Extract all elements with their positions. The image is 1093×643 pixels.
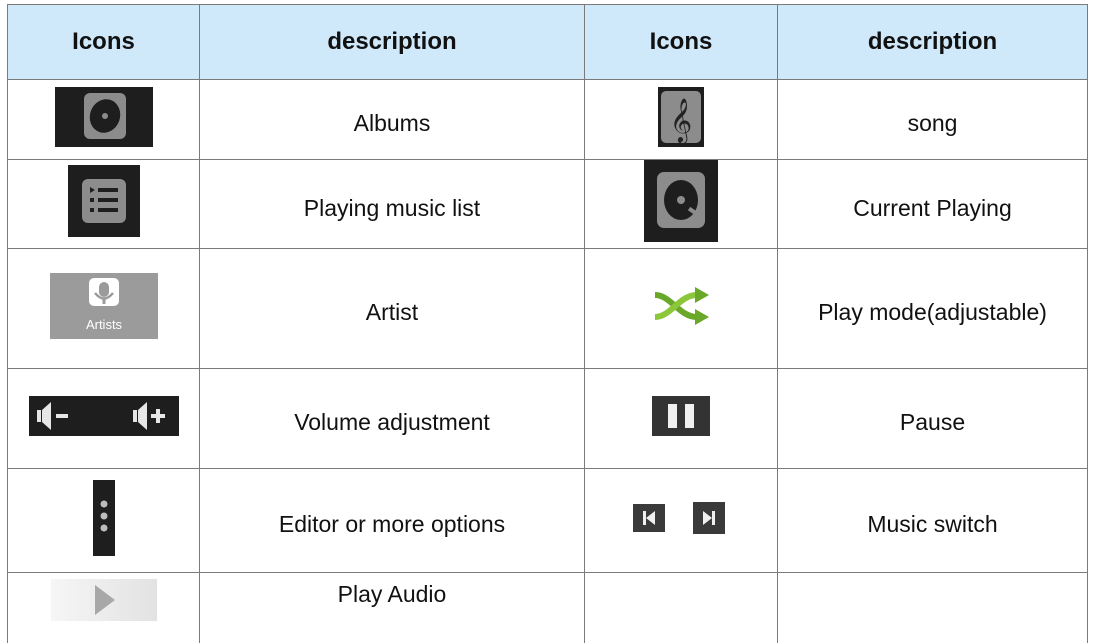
shuffle-icon [651, 286, 711, 325]
icon-description-table: Icons description Icons description Albu… [7, 4, 1088, 643]
icon-cell: Artists [7, 248, 200, 369]
song-treble-clef-icon: 𝄞 [658, 86, 704, 147]
description-cell: Play Audio [199, 572, 585, 643]
play-triangle-icon [50, 579, 157, 621]
pause-icon [652, 395, 710, 436]
artists-microphone-icon: Artists [49, 272, 158, 339]
icon-cell [584, 248, 778, 369]
description-cell: Albums [199, 79, 585, 160]
icon-cell [7, 572, 200, 643]
icon-cell [584, 468, 778, 573]
table-row: Volume adjustment Pause [7, 368, 1088, 469]
description-cell: Artist [199, 248, 585, 369]
description-cell: Play mode(adjustable) [777, 248, 1088, 369]
header-row: Icons description Icons description [7, 4, 1088, 80]
more-options-dots-icon [92, 479, 115, 556]
description-cell: Editor or more options [199, 468, 585, 573]
description-cell: Current Playing [777, 159, 1088, 249]
icon-cell [584, 159, 778, 249]
table-row: Editor or more options Music switch [7, 468, 1088, 573]
svg-text:𝄞: 𝄞 [670, 98, 692, 144]
icon-cell [7, 468, 200, 573]
icon-cell [7, 368, 200, 469]
icon-cell [7, 79, 200, 160]
playing-list-icon [67, 165, 140, 237]
description-cell: Playing music list [199, 159, 585, 249]
icon-cell: 𝄞 [584, 79, 778, 160]
artists-caption: Artists [85, 317, 122, 332]
header-icons-1: Icons [7, 4, 200, 80]
header-icons-2: Icons [584, 4, 778, 80]
icon-cell [584, 368, 778, 469]
prev-next-icons [633, 501, 729, 534]
empty-cell [584, 572, 778, 643]
description-cell: Pause [777, 368, 1088, 469]
volume-down-up-icons [28, 395, 179, 436]
empty-cell [777, 572, 1088, 643]
icon-cell [7, 159, 200, 249]
current-playing-disc-icon [644, 160, 718, 242]
table-row: Playing music list Current Playing [7, 159, 1088, 249]
header-description-1: description [199, 4, 585, 80]
description-cell: Volume adjustment [199, 368, 585, 469]
header-description-2: description [777, 4, 1088, 80]
description-cell: song [777, 79, 1088, 160]
description-cell: Music switch [777, 468, 1088, 573]
table-row: Albums 𝄞 song [7, 79, 1088, 160]
table-row: Play Audio [7, 572, 1088, 643]
album-disc-icon [54, 86, 153, 147]
table-row: Artists Artist Play mode(adjustable) [7, 248, 1088, 369]
